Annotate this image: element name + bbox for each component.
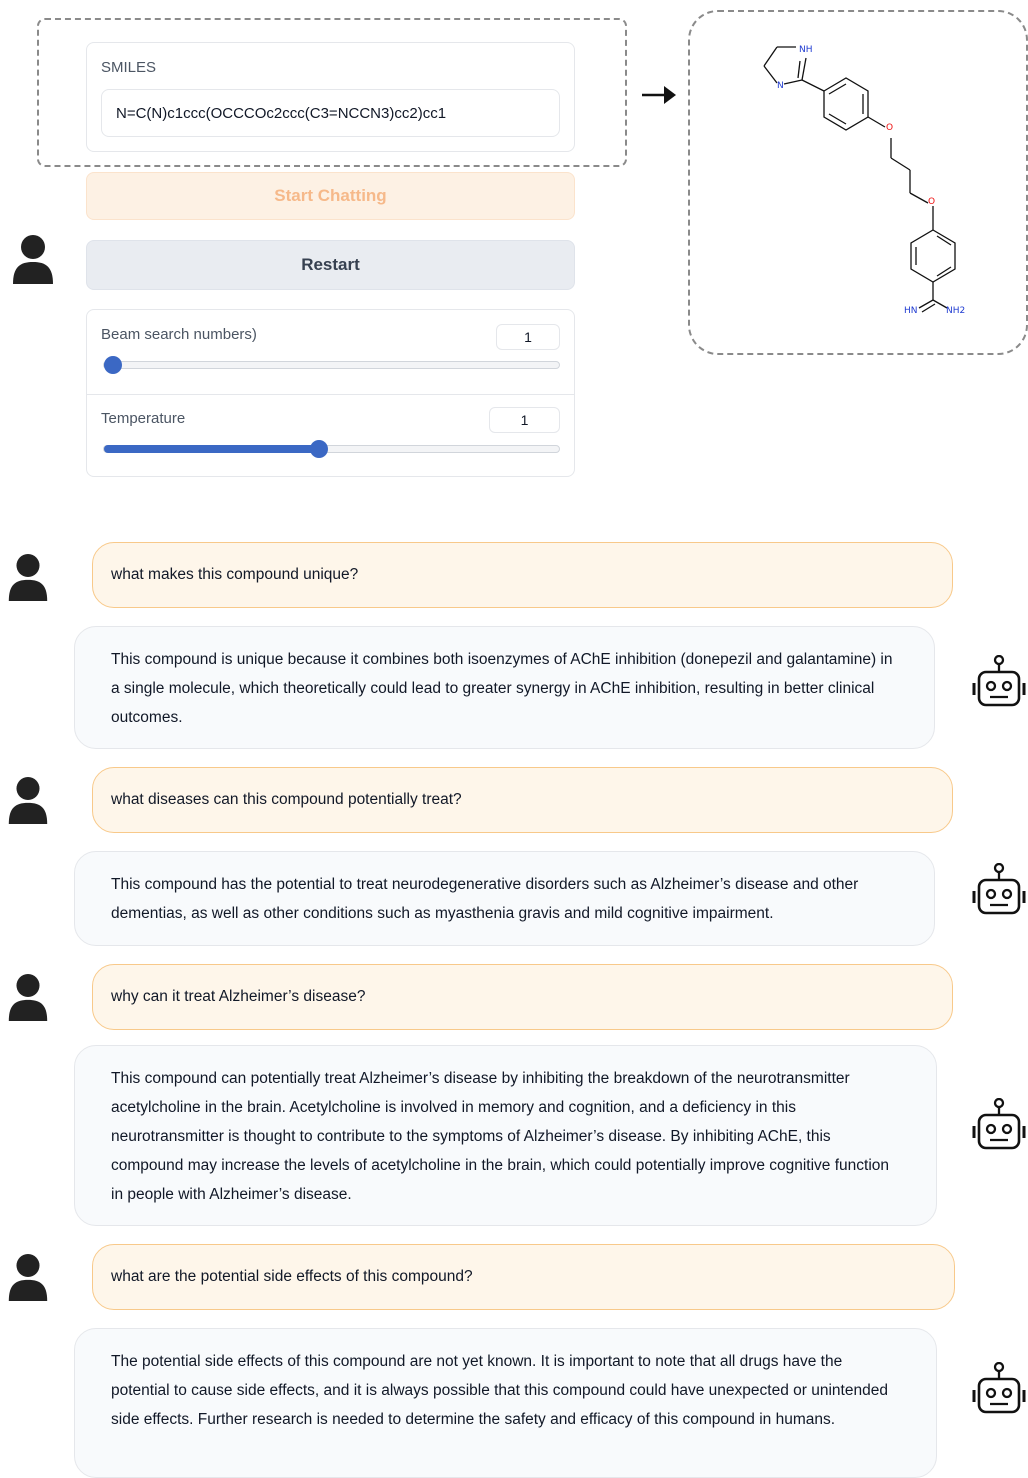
beam-search-slider-thumb[interactable]: [104, 356, 122, 374]
temperature-slider-fill: [104, 445, 319, 453]
temperature-slider-thumb[interactable]: [309, 440, 328, 458]
smiles-input[interactable]: N=C(N)c1ccc(OCCCOc2ccc(C3=NCCN3)cc2)cc1: [101, 89, 560, 137]
person-icon: [13, 235, 53, 284]
restart-button[interactable]: Restart: [86, 240, 575, 290]
person-icon: [8, 553, 48, 601]
user-message: why can it treat Alzheimer’s disease?: [92, 964, 953, 1030]
start-chatting-button[interactable]: Start Chatting: [86, 172, 575, 220]
robot-icon: [972, 1362, 1026, 1414]
person-icon: [8, 1253, 48, 1301]
atom-label-hn: HN: [904, 306, 918, 316]
atom-label-o2: O: [928, 197, 935, 207]
params-divider: [87, 394, 574, 395]
molecule-structure-image: NH N O O HN NH2: [763, 45, 965, 316]
robot-icon: [972, 1098, 1026, 1150]
atom-label-o1: O: [886, 123, 893, 133]
beam-search-slider[interactable]: [103, 356, 560, 374]
smiles-label: SMILES: [101, 59, 157, 76]
temperature-slider[interactable]: [103, 440, 560, 458]
bot-message: This compound can potentially treat Alzh…: [74, 1045, 937, 1226]
bot-message: The potential side effects of this compo…: [74, 1328, 937, 1478]
person-icon: [8, 973, 48, 1021]
atom-label-n: N: [777, 81, 784, 91]
robot-icon: [972, 655, 1026, 707]
beam-search-number-input[interactable]: 1: [496, 324, 560, 350]
bot-message: This compound has the potential to treat…: [74, 851, 935, 946]
user-message: what diseases can this compound potentia…: [92, 767, 953, 833]
generation-params-panel: Beam search numbers) 1 Temperature 1: [86, 309, 575, 477]
arrow-right-icon: [642, 86, 676, 104]
atom-label-nh2: NH2: [946, 306, 965, 316]
user-message: what makes this compound unique?: [92, 542, 953, 608]
atom-label-nh: NH: [799, 45, 813, 55]
person-icon: [8, 776, 48, 824]
beam-search-label: Beam search numbers): [101, 326, 257, 343]
temperature-label: Temperature: [101, 410, 186, 427]
robot-icon: [972, 863, 1026, 915]
bot-message: This compound is unique because it combi…: [74, 626, 935, 749]
temperature-number-input[interactable]: 1: [489, 407, 560, 433]
smiles-panel: SMILES N=C(N)c1ccc(OCCCOc2ccc(C3=NCCN3)c…: [86, 42, 575, 152]
user-message: what are the potential side effects of t…: [92, 1244, 955, 1310]
